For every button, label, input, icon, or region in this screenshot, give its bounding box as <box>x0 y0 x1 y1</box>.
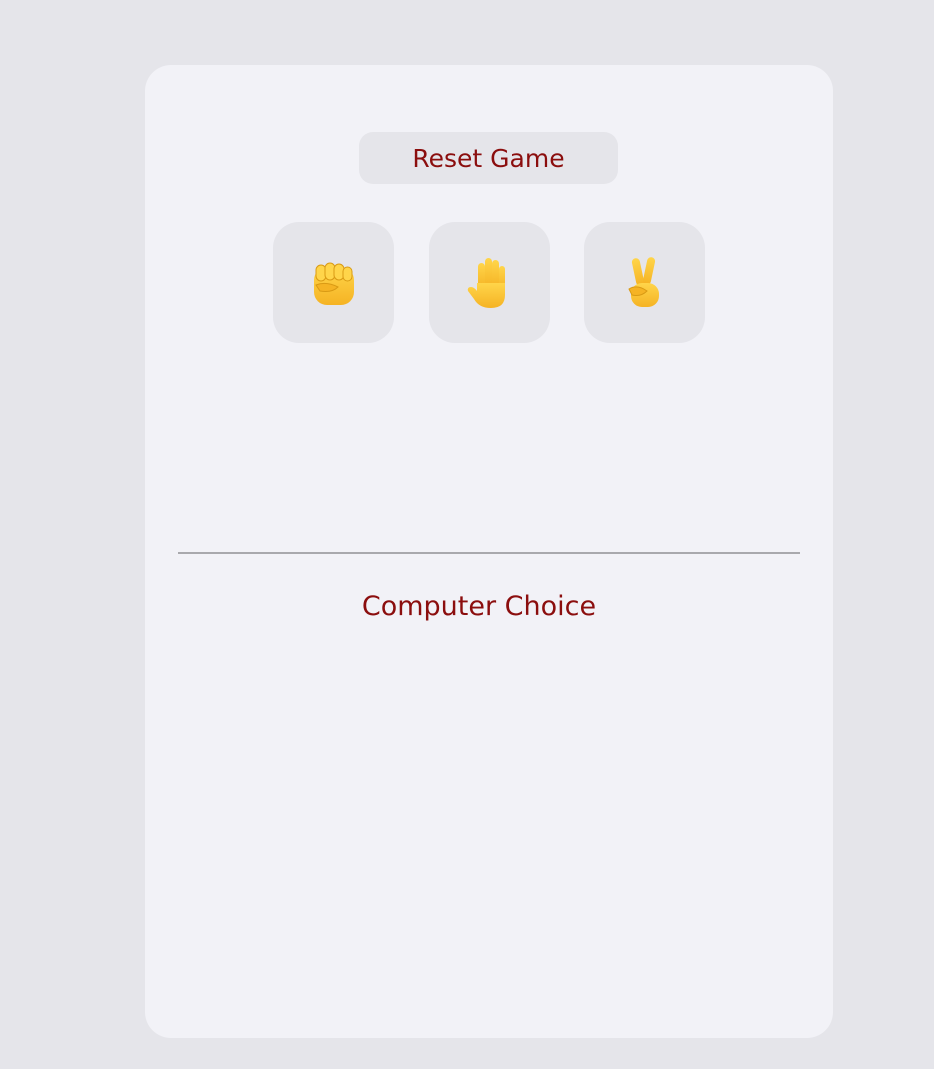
victory-hand-icon <box>623 255 667 311</box>
scissors-button[interactable] <box>584 222 705 343</box>
reset-game-button[interactable]: Reset Game <box>359 132 618 184</box>
raised-fist-icon <box>308 257 360 309</box>
raised-hand-icon <box>464 255 516 311</box>
divider <box>178 552 800 554</box>
game-card: Reset Game Computer Choice <box>145 65 833 1038</box>
rock-button[interactable] <box>273 222 394 343</box>
paper-button[interactable] <box>429 222 550 343</box>
computer-choice-label: Computer Choice <box>361 591 597 622</box>
